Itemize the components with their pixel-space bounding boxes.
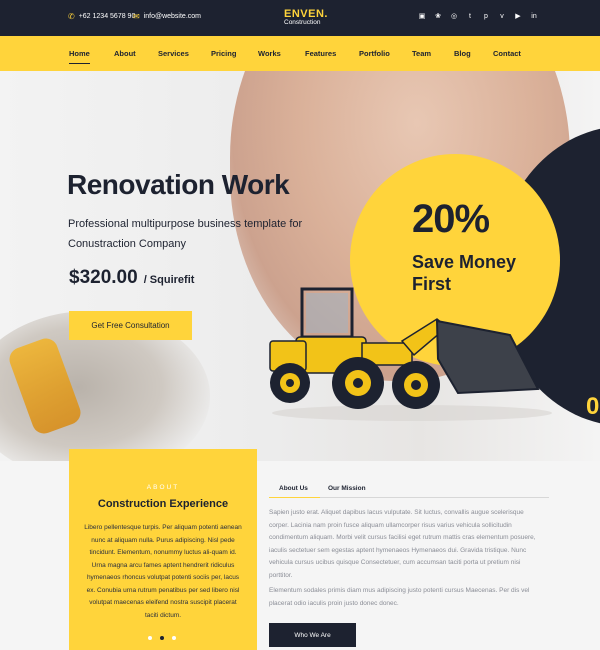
- about-card: ABOUT Construction Experience Libero pel…: [69, 449, 257, 650]
- phone-icon: ✆: [68, 12, 75, 21]
- pinterest-icon[interactable]: p: [482, 13, 490, 21]
- nav-blog[interactable]: Blog: [454, 49, 471, 58]
- price-unit: / Squirefit: [143, 274, 195, 286]
- tab-about-us[interactable]: About Us: [269, 485, 320, 498]
- carousel-dots: [148, 636, 176, 640]
- phone-contact[interactable]: ✆ +62 1234 5678 90: [68, 12, 135, 21]
- nav-pricing[interactable]: Pricing: [211, 49, 236, 58]
- flickr-icon[interactable]: ▣: [418, 13, 426, 21]
- about-tabs: About Us Our Mission: [269, 480, 549, 498]
- nav-works[interactable]: Works: [258, 49, 281, 58]
- youtube-icon[interactable]: ▶: [514, 13, 522, 21]
- hero-title: Renovation Work: [67, 169, 290, 200]
- nav-home[interactable]: Home: [69, 49, 90, 64]
- vimeo-icon[interactable]: v: [498, 13, 506, 21]
- carousel-dot-3[interactable]: [172, 636, 176, 640]
- nav-contact[interactable]: Contact: [493, 49, 521, 58]
- price-value: $320.00: [69, 267, 138, 288]
- mail-icon: ✉: [133, 12, 140, 21]
- tab-paragraph-2: Elementum sodales primis diam mus adipis…: [269, 587, 530, 607]
- twitter-icon[interactable]: ❀: [434, 13, 442, 21]
- tab-our-mission[interactable]: Our Mission: [328, 485, 366, 492]
- price-row: $320.00 / Squirefit: [69, 267, 194, 289]
- about-text: Libero pellentesque turpis. Per aliquam …: [84, 524, 242, 619]
- email-text: info@website.com: [143, 13, 201, 20]
- wheel-loader-image: [269, 287, 552, 421]
- tumblr-icon[interactable]: t: [466, 13, 474, 21]
- instagram-icon[interactable]: ◎: [450, 13, 458, 21]
- about-label: ABOUT: [146, 484, 180, 491]
- social-links: ▣ ❀ ◎ t p v ▶ in: [418, 13, 538, 21]
- who-we-are-button[interactable]: Who We Are: [269, 623, 356, 647]
- phone-text: +62 1234 5678 90: [78, 13, 136, 20]
- nav-team[interactable]: Team: [412, 49, 431, 58]
- logo[interactable]: ENVEN. Construction: [284, 8, 328, 26]
- free-consultation-button[interactable]: Get Free Consultation: [69, 311, 192, 340]
- tab-paragraph-1: Sapien justo erat. Aliquet dapibus lacus…: [269, 509, 536, 579]
- hero-subtitle: Professional multipurpose business templ…: [68, 218, 303, 250]
- carousel-dot-2[interactable]: [160, 636, 164, 640]
- top-bar: ✆ +62 1234 5678 90 ✉ info@website.com EN…: [0, 0, 600, 36]
- edge-glyph: 0: [586, 393, 600, 420]
- discount-value: 20%: [412, 197, 490, 241]
- main-nav: Home About Services Pricing Works Featur…: [0, 36, 600, 71]
- logo-subtitle: Construction: [284, 19, 321, 26]
- email-contact[interactable]: ✉ info@website.com: [133, 12, 201, 21]
- nav-portfolio[interactable]: Portfolio: [359, 49, 390, 58]
- nav-about[interactable]: About: [114, 49, 136, 58]
- linkedin-icon[interactable]: in: [530, 13, 538, 21]
- carousel-dot-1[interactable]: [148, 636, 152, 640]
- nav-features[interactable]: Features: [305, 49, 336, 58]
- hero-section: 20% Save Money First 0 Renovation Work P…: [0, 71, 600, 461]
- nav-services[interactable]: Services: [158, 49, 189, 58]
- about-title: Construction Experience: [97, 498, 229, 510]
